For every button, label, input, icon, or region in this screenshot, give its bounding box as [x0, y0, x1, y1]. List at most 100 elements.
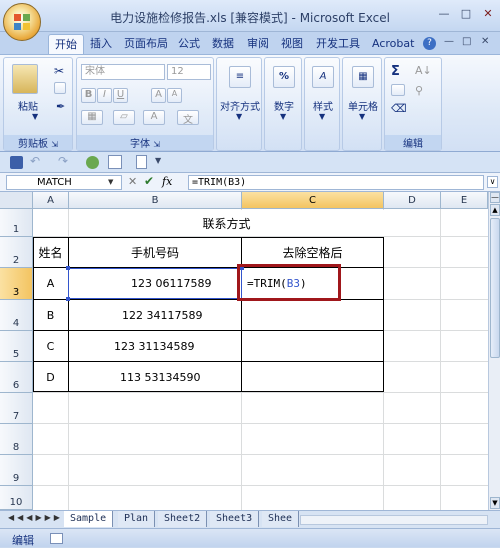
expand-formula-bar-icon[interactable]: ∨: [487, 176, 498, 188]
font-color-icon[interactable]: A: [143, 110, 165, 125]
underline-button[interactable]: U: [113, 88, 128, 103]
autosum-icon[interactable]: Σ: [391, 64, 400, 79]
sort-filter-icon[interactable]: A↓: [415, 64, 432, 77]
row-header-10[interactable]: 10: [0, 486, 33, 510]
sheet-tab-plan[interactable]: Plan: [118, 511, 156, 527]
header-cell-result[interactable]: 去除空格后: [242, 238, 383, 267]
alignment-icon[interactable]: ≡: [229, 66, 251, 88]
tab-data[interactable]: 数据: [206, 34, 240, 54]
tab-developer[interactable]: 开发工具: [310, 34, 366, 54]
help-icon[interactable]: ?: [423, 37, 436, 50]
cells-group[interactable]: ▦ 单元格 ▼: [342, 57, 382, 151]
vertical-scrollbar[interactable]: ― ▲ ▼: [488, 192, 500, 510]
reference-handle[interactable]: [66, 297, 70, 301]
ribbon-minimize-icon[interactable]: —: [444, 36, 454, 47]
table-row-phone-cell[interactable]: 113 53134590: [69, 362, 241, 392]
column-header-b[interactable]: B: [69, 192, 242, 209]
grow-font-icon[interactable]: A: [151, 88, 166, 103]
paste-label[interactable]: 粘贴: [18, 98, 38, 113]
border-icon[interactable]: ▦: [81, 110, 103, 125]
header-cell-name[interactable]: 姓名: [33, 238, 68, 267]
row-header-8[interactable]: 8: [0, 424, 33, 455]
select-all-corner[interactable]: [0, 192, 33, 209]
split-box-icon[interactable]: ―: [490, 192, 500, 203]
horizontal-scrollbar[interactable]: [300, 515, 488, 525]
table-row-phone-cell[interactable]: 123 31134589: [69, 331, 241, 361]
sheet-tab-sheet2[interactable]: Sheet2: [158, 511, 208, 527]
column-header-e[interactable]: E: [441, 192, 488, 209]
formula-input[interactable]: =TRIM(B3): [188, 175, 484, 190]
macro-record-icon[interactable]: [50, 533, 63, 544]
minimize-icon[interactable]: —: [437, 8, 451, 20]
enter-icon[interactable]: ✔: [144, 174, 154, 188]
row-header-9[interactable]: 9: [0, 455, 33, 486]
row-header-2[interactable]: 2: [0, 237, 33, 268]
sheet-tab-sheet3[interactable]: Sheet3: [210, 511, 260, 527]
tab-insert[interactable]: 插入: [84, 34, 118, 54]
format-painter-icon[interactable]: ✒: [56, 100, 65, 113]
scroll-down-icon[interactable]: ▼: [490, 497, 500, 509]
alignment-label[interactable]: 对齐方式: [217, 98, 263, 113]
table-row-name-cell[interactable]: D: [33, 362, 68, 392]
redo-icon[interactable]: ↷: [58, 154, 68, 168]
table-row-name-cell[interactable]: B: [33, 300, 68, 330]
number-label[interactable]: 数字: [265, 98, 303, 113]
font-name-select[interactable]: 宋体: [81, 64, 165, 80]
worksheet-grid[interactable]: A B C D E 1 2 3 4 5 6 7 8 9 10 联系方式 姓名 手…: [0, 192, 488, 510]
save-icon[interactable]: [10, 156, 23, 169]
tab-acrobat[interactable]: Acrobat: [366, 34, 420, 54]
ribbon-close-icon[interactable]: ✕: [481, 36, 489, 47]
tab-view[interactable]: 视图: [275, 34, 309, 54]
bold-button[interactable]: B: [81, 88, 96, 103]
column-header-a[interactable]: A: [33, 192, 69, 209]
percent-icon[interactable]: %: [273, 66, 295, 88]
scroll-up-icon[interactable]: ▲: [490, 204, 500, 216]
close-icon[interactable]: ✕: [481, 8, 495, 20]
tab-home[interactable]: 开始: [48, 34, 84, 54]
scroll-thumb[interactable]: [490, 218, 500, 358]
fill-color-icon[interactable]: ▱: [113, 110, 135, 125]
name-box[interactable]: MATCH: [6, 175, 122, 190]
styles-group[interactable]: A 样式 ▼: [304, 57, 340, 151]
number-group[interactable]: % 数字 ▼: [264, 57, 302, 151]
row-header-7[interactable]: 7: [0, 393, 33, 424]
sheet-tab-partial[interactable]: Shee: [262, 511, 300, 527]
cancel-icon[interactable]: ✕: [128, 175, 137, 188]
tab-review[interactable]: 审阅: [241, 34, 275, 54]
row-header-5[interactable]: 5: [0, 331, 33, 362]
office-button[interactable]: [3, 3, 41, 41]
find-select-icon[interactable]: ⚲: [415, 84, 423, 97]
paste-icon[interactable]: [12, 64, 38, 94]
customize-qat-icon[interactable]: ▼: [155, 156, 161, 165]
cut-icon[interactable]: ✂: [54, 64, 64, 78]
cells-label[interactable]: 单元格: [343, 98, 383, 113]
italic-button[interactable]: I: [97, 88, 112, 103]
shrink-font-icon[interactable]: A: [167, 88, 182, 103]
table-row-phone-cell[interactable]: 122 34117589: [69, 300, 241, 330]
row-header-1[interactable]: 1: [0, 209, 33, 237]
ribbon-restore-icon[interactable]: □: [462, 36, 471, 47]
row-header-6[interactable]: 6: [0, 362, 33, 393]
name-box-dropdown-icon[interactable]: ▼: [108, 178, 113, 186]
undo-icon[interactable]: ↶: [30, 154, 40, 168]
restore-icon[interactable]: □: [459, 8, 473, 20]
paste-dropdown-icon[interactable]: ▼: [32, 112, 38, 121]
spelling-icon[interactable]: [86, 156, 99, 169]
number-dropdown-icon[interactable]: ▼: [280, 112, 286, 121]
row-header-3[interactable]: 3: [0, 268, 33, 300]
copy-icon[interactable]: [54, 82, 66, 94]
column-header-d[interactable]: D: [384, 192, 441, 209]
cells-dropdown-icon[interactable]: ▼: [359, 112, 365, 121]
alignment-group[interactable]: ≡ 对齐方式 ▼: [216, 57, 262, 151]
cells-icon[interactable]: ▦: [352, 66, 374, 88]
styles-dropdown-icon[interactable]: ▼: [319, 112, 325, 121]
new-document-icon[interactable]: [136, 155, 147, 169]
reference-handle[interactable]: [66, 266, 70, 270]
print-preview-icon[interactable]: [108, 155, 122, 169]
styles-icon[interactable]: A: [312, 66, 334, 88]
phonetic-icon[interactable]: 文: [177, 110, 199, 126]
table-row-name-cell[interactable]: A: [33, 268, 68, 299]
header-cell-phone[interactable]: 手机号码: [69, 238, 241, 267]
table-title-cell[interactable]: 联系方式: [69, 210, 384, 236]
sheet-nav-icons[interactable]: ◀◀◀▶▶▶: [8, 513, 63, 522]
